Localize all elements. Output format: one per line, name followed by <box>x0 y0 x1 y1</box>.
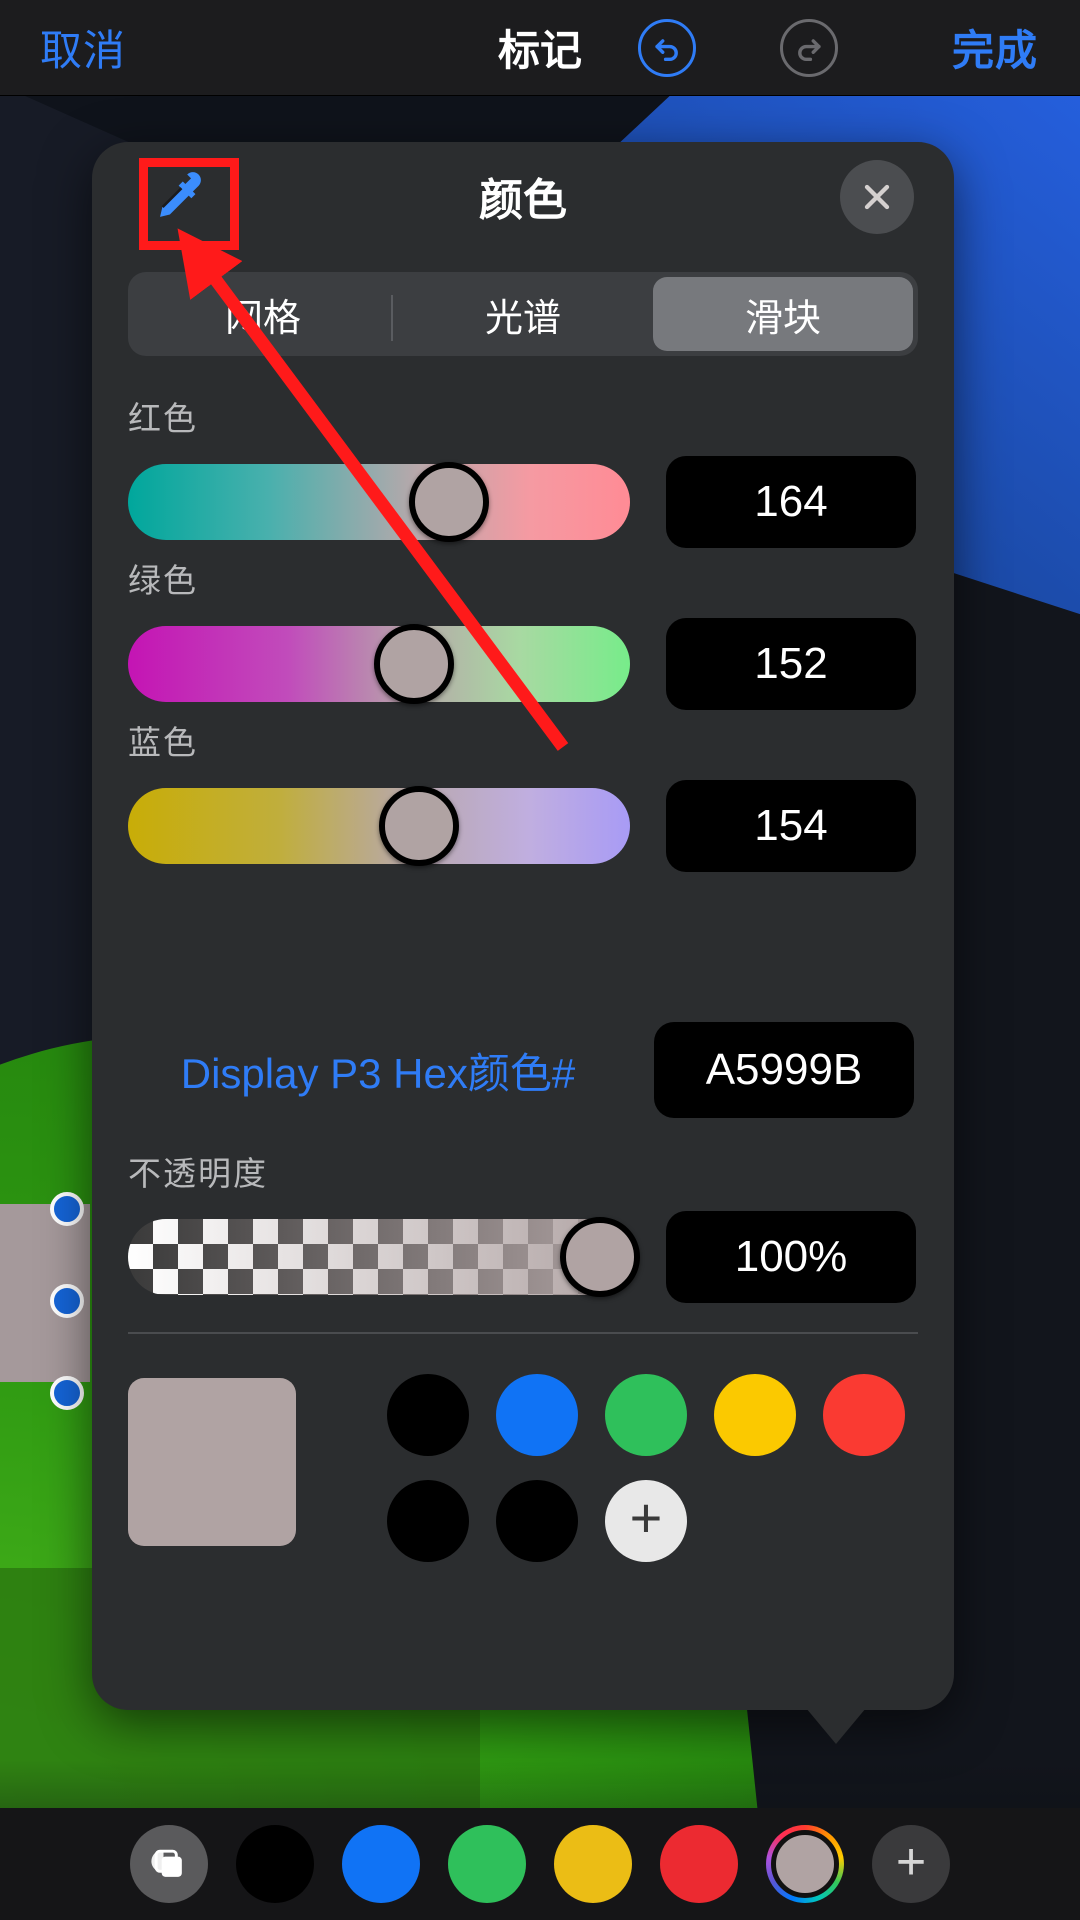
popover-title: 颜色 <box>479 176 567 225</box>
done-button[interactable]: 完成 <box>952 17 1038 78</box>
swatch-yellow[interactable] <box>713 1374 796 1456</box>
red-slider-thumb[interactable] <box>409 462 490 542</box>
toolbar-add-color-button[interactable]: + <box>872 1825 950 1903</box>
green-value-field[interactable]: 152 <box>666 618 916 710</box>
red-slider-label: 红色 <box>128 400 198 437</box>
popover-header: 颜色 <box>92 142 954 270</box>
add-swatch-button[interactable]: + <box>604 1480 687 1562</box>
blue-slider-thumb[interactable] <box>379 786 460 866</box>
popover-divider <box>128 1332 918 1334</box>
toolbar-swatch-blue[interactable] <box>342 1825 420 1903</box>
swatch-red[interactable] <box>822 1374 905 1456</box>
green-slider-row: 绿色 152 <box>128 554 918 710</box>
color-picker-popover: 颜色 网格 光谱 滑块 红色 164 绿色 152 蓝色 154 Display… <box>92 142 954 1744</box>
opacity-slider-thumb[interactable] <box>559 1217 640 1297</box>
toolbar-current-color-button[interactable] <box>766 1825 844 1903</box>
saved-swatch-grid: + <box>374 1374 918 1562</box>
blue-slider-row: 蓝色 154 <box>128 716 918 872</box>
layers-opacity-icon <box>151 1849 182 1877</box>
red-slider-track[interactable] <box>128 462 630 542</box>
redo-arrow-icon <box>798 39 821 62</box>
opacity-slider-label: 不透明度 <box>128 1155 268 1192</box>
tab-sliders[interactable]: 滑块 <box>653 277 913 351</box>
blue-value-field[interactable]: 154 <box>666 780 916 872</box>
cancel-button[interactable]: 取消 <box>40 17 126 78</box>
selection-handle-top[interactable] <box>50 1192 84 1226</box>
green-slider-label: 绿色 <box>128 562 198 599</box>
page-title: 标记 <box>497 27 582 74</box>
tab-divider <box>391 295 393 341</box>
opacity-value-field[interactable]: 100% <box>666 1211 916 1303</box>
undo-button[interactable] <box>638 19 696 77</box>
green-slider-track[interactable] <box>128 624 630 704</box>
close-x-icon <box>864 184 890 210</box>
tab-grid-label: 网格 <box>224 297 301 340</box>
swatch-black-3[interactable] <box>496 1480 579 1562</box>
swatch-blue[interactable] <box>496 1374 579 1456</box>
blue-slider-track[interactable] <box>128 786 630 866</box>
green-slider-thumb[interactable] <box>374 624 455 704</box>
swatch-area: + <box>128 1374 918 1674</box>
redo-button[interactable] <box>780 19 838 77</box>
tab-spectrum[interactable]: 光谱 <box>391 277 653 351</box>
toolbar-swatch-red[interactable] <box>660 1825 738 1903</box>
hex-label[interactable]: Display P3 Hex颜色# <box>128 1040 628 1101</box>
red-value-field[interactable]: 164 <box>666 456 916 548</box>
opacity-tool-button[interactable] <box>130 1825 208 1903</box>
toolbar-swatch-green[interactable] <box>448 1825 526 1903</box>
tab-spectrum-label: 光谱 <box>484 297 561 340</box>
hex-row: Display P3 Hex颜色# A5999B <box>128 1022 918 1118</box>
tab-sliders-label: 滑块 <box>744 297 821 340</box>
close-button[interactable] <box>840 160 914 234</box>
red-slider-row: 红色 164 <box>128 392 918 548</box>
toolbar-swatch-yellow[interactable] <box>554 1825 632 1903</box>
tab-grid[interactable]: 网格 <box>133 277 393 351</box>
color-mode-tabs: 网格 光谱 滑块 <box>128 272 918 356</box>
swatch-black-1[interactable] <box>387 1374 470 1456</box>
popover-arrow-tail <box>806 1708 866 1744</box>
swatch-black-2[interactable] <box>387 1480 470 1562</box>
swatch-green[interactable] <box>604 1374 687 1456</box>
selection-handle-middle[interactable] <box>50 1284 84 1318</box>
opacity-slider-row: 不透明度 100% <box>128 1147 918 1303</box>
opacity-slider-track[interactable] <box>128 1217 640 1297</box>
hex-value-field[interactable]: A5999B <box>654 1022 914 1118</box>
toolbar-swatch-black[interactable] <box>236 1825 314 1903</box>
top-navigation-bar: 取消 标记 完成 <box>0 0 1080 96</box>
current-color-swatch[interactable] <box>128 1378 296 1546</box>
undo-arrow-icon <box>655 39 678 62</box>
bottom-color-toolbar: + <box>0 1808 1080 1920</box>
selection-handle-bottom[interactable] <box>50 1376 84 1410</box>
blue-slider-label: 蓝色 <box>128 724 198 761</box>
